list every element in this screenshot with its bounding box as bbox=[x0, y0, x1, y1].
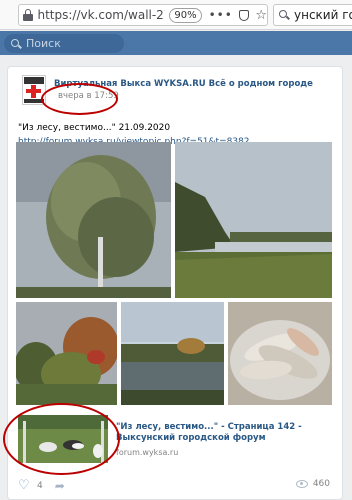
eye-icon bbox=[295, 480, 308, 488]
lock-icon bbox=[23, 9, 33, 21]
browser-toolbar: https://vk.com/wall-2728223 90% ••• ☆ ун… bbox=[0, 0, 352, 30]
address-bar[interactable]: https://vk.com/wall-2728223 90% ••• ☆ bbox=[18, 4, 268, 26]
annotation-circle-thumbnail bbox=[3, 403, 120, 475]
share-icon[interactable]: ➦ bbox=[55, 479, 65, 493]
like-count[interactable]: 4 bbox=[37, 481, 43, 491]
post-photo-bushes[interactable] bbox=[16, 302, 117, 405]
search-icon bbox=[11, 38, 22, 49]
post-photo-lake[interactable] bbox=[121, 302, 224, 405]
search-icon bbox=[279, 10, 290, 20]
post-actions: ♡ 4 ➦ 460 bbox=[18, 477, 334, 495]
vk-search-input[interactable]: Поиск bbox=[4, 34, 124, 53]
post-photo-tree[interactable] bbox=[16, 142, 171, 298]
bookmark-star-icon[interactable]: ☆ bbox=[255, 8, 267, 23]
browser-search-box[interactable]: унский го bbox=[273, 4, 352, 26]
vk-search-placeholder[interactable]: Поиск bbox=[26, 37, 61, 50]
heart-icon[interactable]: ♡ bbox=[18, 479, 31, 492]
post-text: "Из лесу, вестимо..." 21.09.2020 bbox=[18, 123, 171, 133]
browser-search-text[interactable]: унский го bbox=[294, 8, 352, 22]
annotation-circle-date bbox=[41, 83, 118, 115]
page-actions-button[interactable]: ••• bbox=[209, 8, 233, 22]
link-title[interactable]: "Из лесу, вестимо..." - Страница 142 - В… bbox=[116, 422, 338, 444]
views-count: 460 bbox=[312, 479, 330, 489]
url-text[interactable]: https://vk.com/wall-2728223 bbox=[37, 8, 165, 22]
views-counter: 460 bbox=[295, 479, 330, 489]
link-domain: forum.wyksa.ru bbox=[116, 448, 179, 457]
vk-header: Поиск bbox=[0, 31, 352, 55]
post-photo-fish[interactable] bbox=[228, 302, 332, 405]
post-photo-river[interactable] bbox=[175, 142, 332, 298]
pocket-icon[interactable] bbox=[238, 9, 250, 21]
zoom-indicator[interactable]: 90% bbox=[169, 7, 202, 23]
